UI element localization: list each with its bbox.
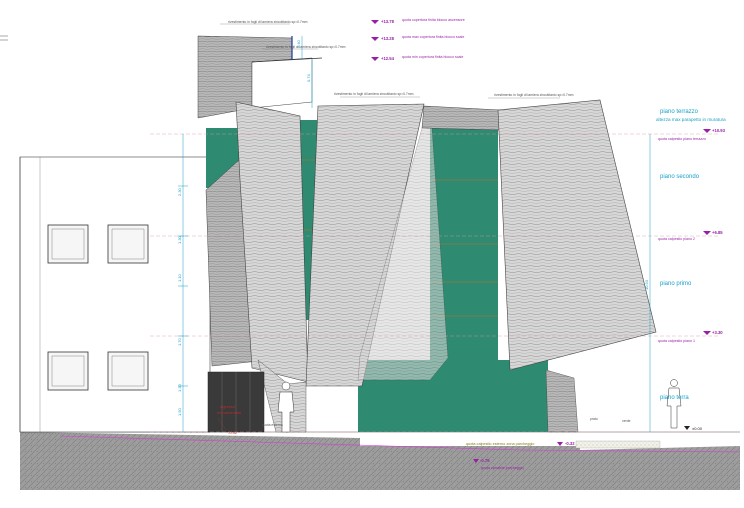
level-label-8: quota calpestio esterno zona parcheggio (466, 442, 534, 446)
level-value-10: -0.32 (228, 430, 238, 435)
existing-building (0, 35, 211, 433)
ground-label-lawn: verde (622, 419, 631, 423)
note-mid-1: rivestimento in fogli di lamiera zincoti… (334, 92, 414, 96)
ground-section (20, 431, 740, 490)
dim-3: 2.30 (177, 187, 182, 196)
architectural-elevation: rivestimento in fogli di lamiera zincoti… (0, 18, 741, 490)
level-label-5: quota calpestio piano 2 (658, 237, 695, 241)
dim-7: 1.30 (177, 383, 182, 392)
dim-2: 0.74 (306, 73, 311, 82)
level-value-4: +10.93 (712, 128, 726, 133)
level-label-6: quota calpestio piano 1 (658, 339, 695, 343)
level-value-2: +13.28 (381, 36, 395, 41)
dim-5: 1.10 (177, 273, 182, 282)
floor-terrazzo: piano terrazzo (660, 109, 699, 115)
dim-6: 1.70 (177, 337, 182, 346)
level-label-9: quota carrabile parcheggio (481, 466, 524, 470)
note-top-2: rivestimento in fogli di lamiera zincoti… (266, 45, 346, 49)
floor-primo: piano primo (660, 281, 692, 287)
floor-secondo: piano secondo (660, 174, 700, 180)
floor-names: piano terrazzo altezza max parapetto in … (656, 109, 726, 401)
level-label-3: quota min copertura finita blocco scale (402, 55, 463, 59)
ground-label-grass: prato (590, 417, 598, 421)
level-value-8: -0.32 (565, 441, 575, 446)
level-value-9: -0.75 (480, 458, 490, 463)
dim-1: 2.40 (296, 39, 301, 48)
level-value-6: +3.30 (712, 330, 723, 335)
note-mid-2: rivestimento in fogli di lamiera zincoti… (494, 93, 574, 97)
entrance-label-3: quota esterna (262, 423, 283, 427)
human-figure-right (666, 379, 682, 429)
level-label-2: quota max copertura finita blocco scale (402, 35, 464, 39)
floor-terra: piano terra (660, 395, 689, 401)
entrance-label-2: monumentale (217, 410, 242, 415)
dim-total: 10.93 (644, 279, 649, 290)
level-value-5: +6.85 (712, 230, 723, 235)
entrance (207, 371, 265, 433)
level-value-7: ±0.00 (692, 426, 703, 431)
dim-4: 1.30 (177, 235, 182, 244)
dim-8: 1.50 (177, 407, 182, 416)
level-label-4: quota calpestio piano terrazzo (658, 137, 706, 141)
note-top-1: rivestimento in fogli di lamiera zincoti… (228, 20, 308, 24)
ground-texts: prato verde (590, 417, 631, 423)
level-value-3: +12.54 (381, 56, 395, 61)
level-label-1: quota copertura finita blocco ascensore (402, 18, 465, 22)
level-value-1: +13.78 (381, 19, 395, 24)
floor-terrazzo-note: altezza max parapetto in muratura (656, 117, 726, 122)
entrance-label-1: ingresso (220, 404, 236, 409)
